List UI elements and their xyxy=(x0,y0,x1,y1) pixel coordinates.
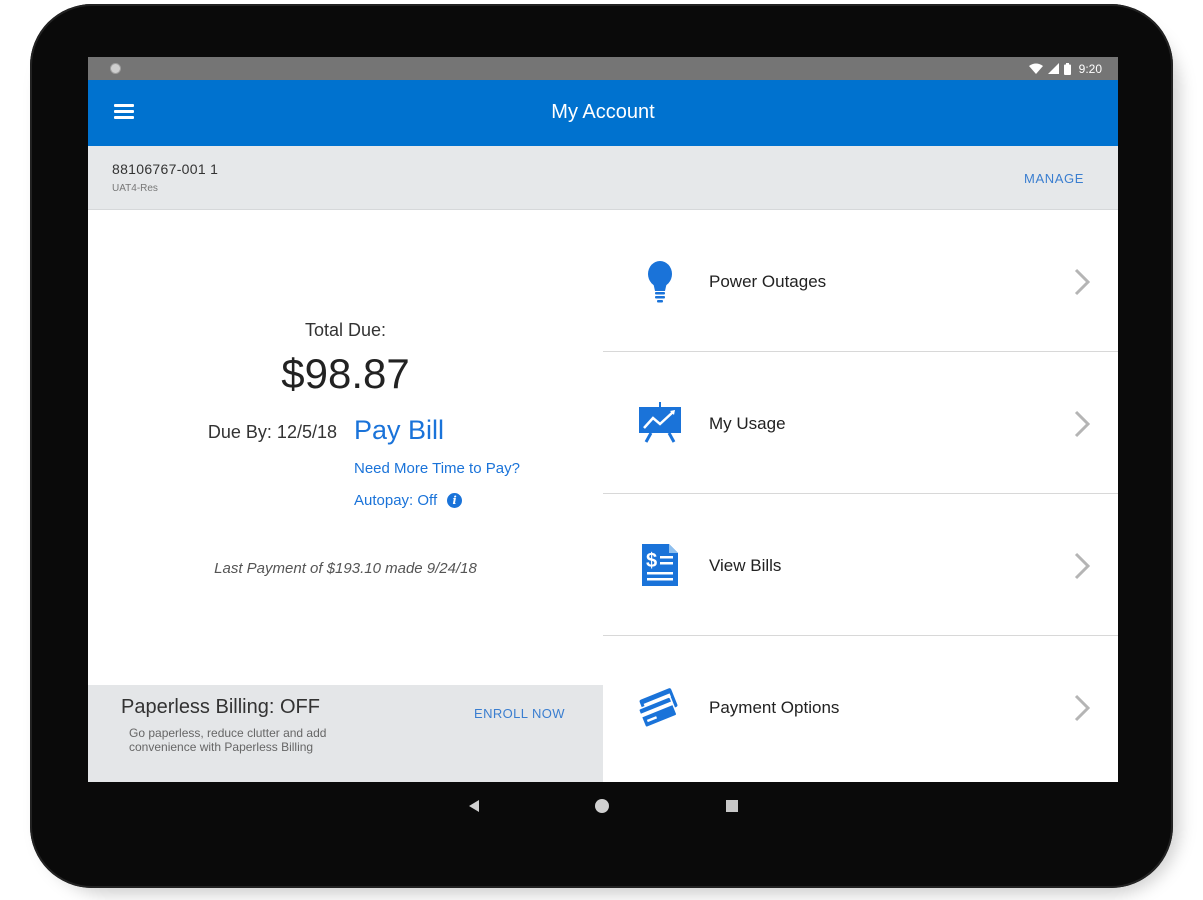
menu-item-view-bills[interactable]: $ View Bills xyxy=(603,494,1118,636)
credit-card-icon xyxy=(638,688,678,728)
status-time: 9:20 xyxy=(1078,61,1102,76)
total-due-label: Total Due: xyxy=(304,320,387,340)
account-menu: Power Outages My Usage $ View Bills Paym… xyxy=(603,210,1118,782)
billing-summary: Total Due: $98.87 Due By: 12/5/18 Pay Bi… xyxy=(88,210,603,685)
need-more-time-link[interactable]: Need More Time to Pay? xyxy=(354,460,520,477)
battery-icon xyxy=(1063,62,1071,75)
status-icons: 9:20 xyxy=(1028,60,1102,77)
signal-icon xyxy=(1047,63,1059,74)
account-number: 88106767-001 1 xyxy=(112,161,219,177)
pay-bill-link[interactable]: Pay Bill xyxy=(354,415,444,446)
lightbulb-icon xyxy=(648,261,672,303)
enroll-now-button[interactable]: ENROLL NOW xyxy=(474,706,565,721)
notification-dot-icon xyxy=(110,63,121,74)
home-icon[interactable] xyxy=(595,799,609,813)
chevron-right-icon xyxy=(1074,410,1090,438)
app-bar: My Account xyxy=(88,80,1118,146)
autopay-link[interactable]: Autopay: Off i xyxy=(354,492,463,509)
status-bar: 9:20 xyxy=(88,57,1118,80)
last-payment-text: Last Payment of $193.10 made 9/24/18 xyxy=(214,560,477,577)
navigation-bar xyxy=(88,782,1118,830)
back-icon[interactable] xyxy=(467,799,481,813)
menu-item-my-usage[interactable]: My Usage xyxy=(603,352,1118,494)
menu-item-label: Power Outages xyxy=(709,272,827,291)
menu-item-label: View Bills xyxy=(709,556,782,575)
autopay-label: Autopay: Off xyxy=(354,492,438,509)
recent-apps-icon[interactable] xyxy=(726,800,738,812)
menu-item-label: My Usage xyxy=(709,414,786,433)
manage-button[interactable]: MANAGE xyxy=(1024,171,1084,186)
bill-icon: $ xyxy=(642,544,678,586)
chevron-right-icon xyxy=(1074,694,1090,722)
account-bar: 88106767-001 1 UAT4-Res MANAGE xyxy=(88,146,1118,210)
menu-item-payment-options[interactable]: Payment Options xyxy=(603,636,1118,778)
paperless-title: Paperless Billing: OFF xyxy=(121,696,320,718)
info-icon[interactable]: i xyxy=(447,493,463,508)
usage-chart-icon xyxy=(639,402,681,443)
chevron-right-icon xyxy=(1074,552,1090,580)
due-by-date: Due By: 12/5/18 xyxy=(207,422,337,442)
total-due-amount: $98.87 xyxy=(281,350,410,397)
paperless-billing-banner: Paperless Billing: OFF Go paperless, red… xyxy=(88,685,603,782)
wifi-icon xyxy=(1028,63,1043,74)
svg-text:$: $ xyxy=(646,550,657,572)
menu-item-label: Payment Options xyxy=(709,698,840,717)
page-title: My Account xyxy=(551,101,655,123)
account-subtitle: UAT4-Res xyxy=(112,183,158,194)
screen: 9:20 My Account 88106767-001 1 UAT4-Res … xyxy=(88,57,1118,782)
chevron-right-icon xyxy=(1074,268,1090,296)
menu-item-power-outages[interactable]: Power Outages xyxy=(603,210,1118,352)
paperless-description: Go paperless, reduce clutter and add con… xyxy=(129,726,327,754)
